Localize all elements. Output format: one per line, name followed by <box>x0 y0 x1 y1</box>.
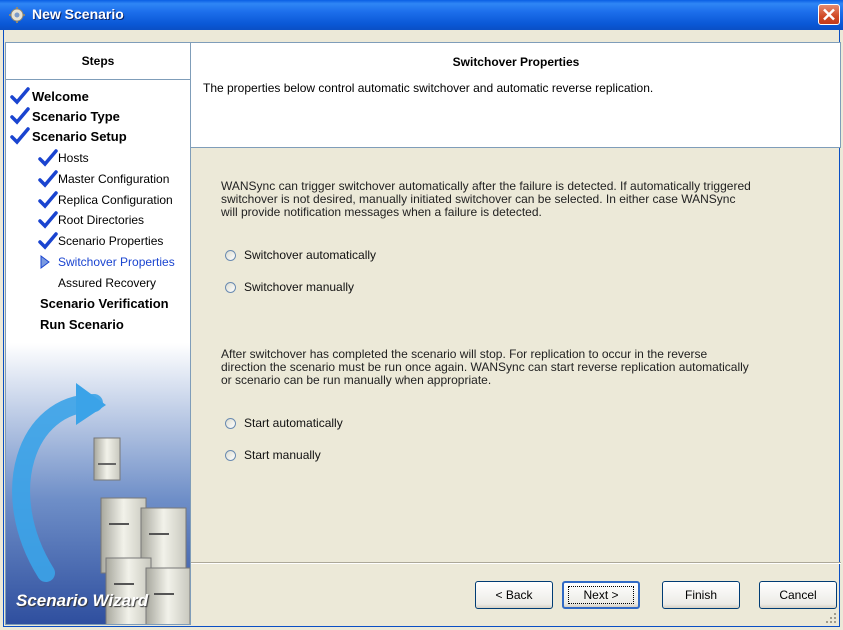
step-scenario-setup: Scenario Setup <box>10 127 127 145</box>
checkmark-icon <box>10 107 30 125</box>
page-header: Switchover Properties The properties bel… <box>191 42 841 148</box>
close-button[interactable] <box>818 4 840 25</box>
checkmark-icon <box>38 170 58 188</box>
window-titlebar[interactable]: New Scenario <box>0 0 843 30</box>
finish-button[interactable]: Finish <box>662 581 740 609</box>
cancel-button[interactable]: Cancel <box>759 581 837 609</box>
resize-grip-icon[interactable] <box>825 612 837 624</box>
checkmark-icon <box>10 87 30 105</box>
step-scenario-verification: Scenario Verification <box>40 296 169 311</box>
checkmark-icon <box>38 232 58 250</box>
radio-circle[interactable] <box>225 449 236 461</box>
switchover-manual-radio[interactable]: Switchover manually <box>225 280 354 294</box>
switchover-description: WANSync can trigger switchover automatic… <box>221 179 751 219</box>
window-title: New Scenario <box>32 6 124 22</box>
page-title: Switchover Properties <box>452 55 580 69</box>
server-icon <box>93 437 121 481</box>
next-button[interactable]: Next > <box>562 581 640 609</box>
window-client-area: Steps Welcome Scenario Type Scenario Set… <box>3 30 841 627</box>
back-button[interactable]: < Back <box>475 581 553 609</box>
checkmark-icon <box>38 191 58 209</box>
steps-panel: Steps Welcome Scenario Type Scenario Set… <box>5 42 191 625</box>
checkmark-icon <box>10 127 30 145</box>
step-switchover-properties: Switchover Properties <box>40 255 175 269</box>
close-icon <box>823 8 835 21</box>
steps-header: Steps <box>6 43 190 80</box>
step-run-scenario: Run Scenario <box>40 317 124 332</box>
wizard-label: Scenario Wizard <box>16 591 149 610</box>
switchover-auto-radio[interactable]: Switchover automatically <box>225 248 376 262</box>
step-scenario-properties: Scenario Properties <box>38 232 163 250</box>
reverse-replication-description: After switchover has completed the scena… <box>221 347 749 387</box>
radio-circle[interactable] <box>225 281 236 293</box>
scenario-gear-icon <box>9 7 25 23</box>
radio-circle[interactable] <box>225 417 236 429</box>
step-scenario-type: Scenario Type <box>10 107 120 125</box>
step-assured-recovery: Assured Recovery <box>58 276 157 290</box>
step-master-configuration: Master Configuration <box>38 170 169 188</box>
reverse-start-manual-radio[interactable]: Start manually <box>225 448 321 462</box>
button-separator <box>191 562 841 564</box>
reverse-start-auto-radio[interactable]: Start automatically <box>225 416 343 430</box>
checkmark-icon <box>38 149 58 167</box>
scenario-wizard-illustration <box>6 343 190 624</box>
radio-circle[interactable] <box>225 249 236 261</box>
step-replica-configuration: Replica Configuration <box>38 191 173 209</box>
step-welcome: Welcome <box>10 87 89 105</box>
page-body: WANSync can trigger switchover automatic… <box>191 148 841 627</box>
step-root-directories: Root Directories <box>38 211 144 229</box>
current-step-arrow-icon <box>40 255 50 269</box>
checkmark-icon <box>38 211 58 229</box>
step-hosts: Hosts <box>38 149 89 167</box>
page-description: The properties below control automatic s… <box>203 81 654 95</box>
